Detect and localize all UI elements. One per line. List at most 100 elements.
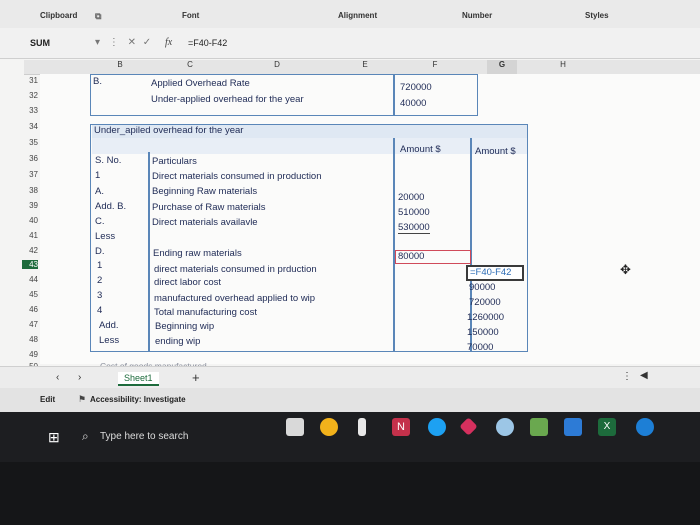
chrome-icon[interactable] <box>320 418 338 436</box>
scroll-left-icon[interactable]: ◀ <box>640 370 648 381</box>
row-header[interactable]: 34 <box>22 122 38 131</box>
cell-b46[interactable]: 4 <box>97 305 102 316</box>
row-header[interactable]: 44 <box>22 275 38 284</box>
row-header[interactable]: 47 <box>22 320 38 329</box>
onenote-icon[interactable]: N <box>392 418 410 436</box>
col-header-g[interactable]: G <box>487 60 517 74</box>
row-header[interactable]: 42 <box>22 246 38 255</box>
col-header-c[interactable]: C <box>175 60 205 74</box>
cell-c37[interactable]: Direct materials consumed in production <box>152 171 322 182</box>
cell-b42[interactable]: D. <box>95 246 105 257</box>
row-header[interactable]: 39 <box>22 201 38 210</box>
ribbon-group-alignment[interactable]: Alignment <box>338 11 377 20</box>
cell-c36[interactable]: Particulars <box>152 156 197 167</box>
ribbon-group-font[interactable]: Font <box>182 11 199 20</box>
cell-c40[interactable]: Direct materials availavle <box>152 217 258 228</box>
chevron-down-icon[interactable]: ▾ <box>95 37 100 48</box>
row-header[interactable]: 31 <box>22 76 38 85</box>
mail-icon[interactable] <box>564 418 582 436</box>
prev-sheet-icon[interactable]: ‹ <box>56 372 59 383</box>
row-header-selected[interactable]: 43 <box>22 260 38 269</box>
cell-c45[interactable]: manufactured overhead applied to wip <box>154 293 315 304</box>
ribbon-group-styles[interactable]: Styles <box>585 11 609 20</box>
cell-f40[interactable]: 530000 <box>398 222 430 234</box>
cell-g44[interactable]: 90000 <box>469 282 495 293</box>
accessibility-icon[interactable]: ⚑ <box>78 394 86 405</box>
col-header-b[interactable]: B <box>105 60 135 74</box>
cell-f35-header[interactable]: Amount $ <box>400 144 441 155</box>
name-box[interactable]: SUM <box>30 38 50 48</box>
row-header[interactable]: 45 <box>22 290 38 299</box>
weather-icon[interactable] <box>496 418 514 436</box>
cell-b44[interactable]: 2 <box>97 275 102 286</box>
row-header[interactable]: 32 <box>22 91 38 100</box>
formula-input[interactable]: =F40-F42 <box>188 38 227 48</box>
cell-c32[interactable]: Under-applied overhead for the year <box>151 94 304 105</box>
cell-c44[interactable]: direct labor cost <box>154 277 221 288</box>
row-header[interactable]: 37 <box>22 170 38 179</box>
taskbar-search-input[interactable]: Type here to search <box>100 431 188 442</box>
sheet-tab-active[interactable]: Sheet1 <box>118 372 159 386</box>
cell-g47[interactable]: 150000 <box>467 327 499 338</box>
cell-g45[interactable]: 720000 <box>469 297 501 308</box>
app-grid-icon[interactable] <box>530 418 548 436</box>
cell-b34-title[interactable]: Under_apiled overhead for the year <box>94 125 243 136</box>
enter-icon[interactable]: ✓ <box>143 37 151 48</box>
cell-b38[interactable]: A. <box>95 186 104 197</box>
row-header[interactable]: 35 <box>22 138 38 147</box>
cell-f38[interactable]: 20000 <box>398 192 424 203</box>
cell-c42[interactable]: Ending raw materials <box>153 248 242 259</box>
row-header[interactable]: 41 <box>22 231 38 240</box>
next-sheet-icon[interactable]: › <box>78 372 81 383</box>
cell-f31[interactable]: 720000 <box>400 82 432 93</box>
cell-b39[interactable]: Add. B. <box>95 201 126 212</box>
cell-g46[interactable]: 1260000 <box>467 312 504 323</box>
col-header-f[interactable]: F <box>420 60 450 74</box>
cell-b48[interactable]: Less <box>99 335 119 346</box>
cell-b37[interactable]: 1 <box>95 170 100 181</box>
accessibility-status[interactable]: Accessibility: Investigate <box>90 395 186 404</box>
excel-taskbar-icon[interactable]: X <box>598 418 616 436</box>
ribbon-group-clipboard[interactable]: Clipboard <box>40 11 77 20</box>
insert-function-icon[interactable]: fx <box>165 37 172 48</box>
cell-b45[interactable]: 3 <box>97 290 102 301</box>
cell-g48[interactable]: 70000 <box>467 342 493 353</box>
cell-c48[interactable]: ending wip <box>155 336 200 347</box>
cell-b40[interactable]: C. <box>95 216 105 227</box>
ribbon-group-number[interactable]: Number <box>462 11 492 20</box>
row-header[interactable]: 36 <box>22 154 38 163</box>
row-header[interactable]: 46 <box>22 305 38 314</box>
cell-c43[interactable]: direct materials consumed in prduction <box>154 264 317 275</box>
cell-c31[interactable]: Applied Overhead Rate <box>151 78 250 89</box>
file-explorer-icon[interactable] <box>286 418 304 436</box>
cell-b47[interactable]: Add. <box>99 320 119 331</box>
more-icon[interactable]: ⋮ <box>109 37 119 48</box>
cell-g35-header[interactable]: Amount $ <box>475 146 516 157</box>
add-sheet-button[interactable]: + <box>192 370 200 385</box>
windows-start-icon[interactable]: ⊞ <box>48 429 60 446</box>
col-header-h[interactable]: H <box>548 60 578 74</box>
cell-b31[interactable]: B. <box>93 76 102 87</box>
cancel-icon[interactable]: ✕ <box>128 37 136 48</box>
browser-icon[interactable] <box>428 418 446 436</box>
cell-b43[interactable]: 1 <box>97 260 102 271</box>
cell-g43-active[interactable]: =F40-F42 <box>466 265 524 281</box>
cell-f39[interactable]: 510000 <box>398 207 430 218</box>
cell-c46[interactable]: Total manufacturing cost <box>154 307 257 318</box>
more-options-icon[interactable]: ⋮ <box>622 371 632 382</box>
cell-b41[interactable]: Less <box>95 231 115 242</box>
row-header[interactable]: 49 <box>22 350 38 359</box>
cell-f32[interactable]: 40000 <box>400 98 426 109</box>
row-header[interactable]: 33 <box>22 106 38 115</box>
cell-b36[interactable]: S. No. <box>95 155 121 166</box>
col-header-e[interactable]: E <box>350 60 380 74</box>
cell-c38[interactable]: Beginning Raw materials <box>152 186 257 197</box>
row-header[interactable]: 40 <box>22 216 38 225</box>
app-icon[interactable] <box>358 418 366 436</box>
cell-f42[interactable]: 80000 <box>395 250 471 264</box>
clipboard-launcher-icon[interactable]: ⧉ <box>95 11 101 22</box>
edge-icon[interactable] <box>636 418 654 436</box>
cell-c47[interactable]: Beginning wip <box>155 321 214 332</box>
col-header-d[interactable]: D <box>262 60 292 74</box>
cell-c39[interactable]: Purchase of Raw materials <box>152 202 266 213</box>
